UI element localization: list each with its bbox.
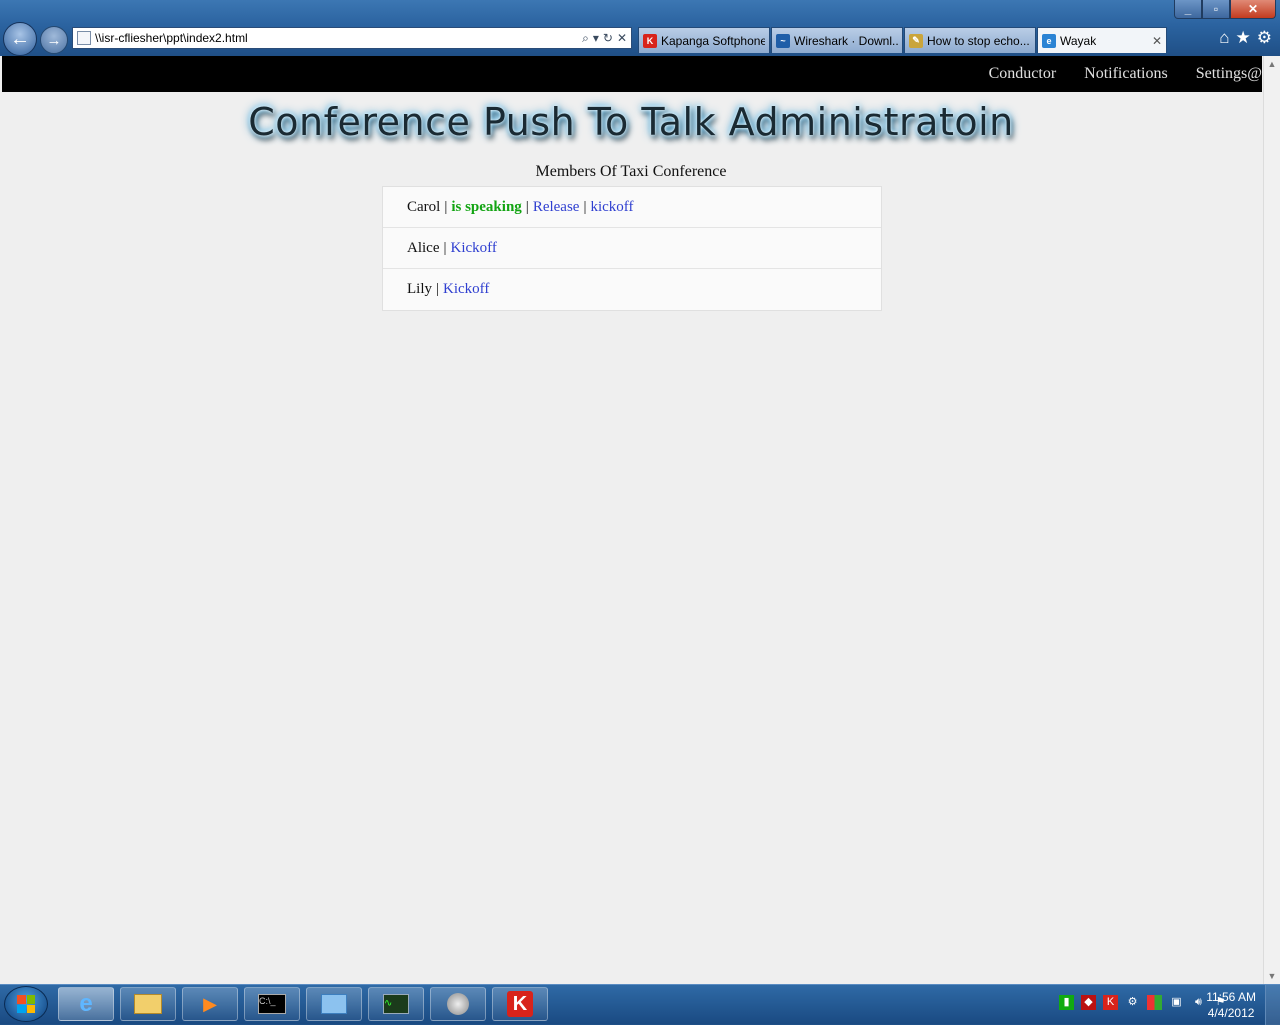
antivirus-shield-icon[interactable]: ◆ <box>1081 995 1096 1010</box>
separator: | <box>436 281 440 297</box>
member-row-lily: Lily | Kickoff <box>383 269 881 310</box>
kapanga-icon: K <box>643 33 657 48</box>
taskbar-explorer-button[interactable] <box>120 987 176 1021</box>
show-desktop-button[interactable] <box>1265 985 1280 1025</box>
close-tab-icon[interactable]: ✕ <box>1146 34 1162 48</box>
wireshark-icon: ~ <box>776 33 790 48</box>
speaking-status: is speaking <box>451 198 522 215</box>
members-heading: Members Of Taxi Conference <box>535 163 727 180</box>
ie-icon: e <box>1042 33 1056 48</box>
tab-label: Wireshark · Downl... <box>794 33 898 48</box>
gear-icon[interactable]: ⚙ <box>1257 28 1272 48</box>
tab-kapanga[interactable]: K Kapanga Softphone <box>638 27 770 53</box>
folder-icon <box>134 994 162 1014</box>
top-nav-bar: Conductor Notifications Settings@ <box>2 56 1262 92</box>
start-button[interactable] <box>4 986 48 1022</box>
nav-notifications-link[interactable]: Notifications <box>1084 65 1168 83</box>
separator: | <box>443 239 447 256</box>
member-name: Lily <box>407 281 432 297</box>
system-tray: ▮ ◆ K ⚙ ▣ 🔊︎ ⚑ <box>1059 995 1228 1010</box>
kapanga-tray-icon[interactable]: K <box>1103 995 1118 1010</box>
dropdown-icon[interactable]: ▾ <box>593 31 599 46</box>
pencil-icon: ✎ <box>909 33 923 48</box>
scroll-up-icon[interactable]: ▲ <box>1264 56 1280 72</box>
tab-label: How to stop echo... <box>927 33 1030 48</box>
page-icon <box>77 31 91 45</box>
forward-arrow-icon: → <box>46 31 62 49</box>
address-text[interactable]: \\isr-cfliesher\ppt\index2.html <box>95 31 582 45</box>
minimize-button[interactable]: _ <box>1174 0 1202 19</box>
favorites-star-icon[interactable]: ★ <box>1236 28 1251 48</box>
tab-label: Wayak <box>1060 33 1097 48</box>
separator: | <box>525 198 529 215</box>
windows-taskbar: e ▶ C:\_ ∿ K ▮ ◆ K ⚙ ▣ 🔊︎ ⚑ 11:56 AM 4/4… <box>0 984 1280 1025</box>
member-name: Alice <box>407 239 440 256</box>
refresh-icon[interactable]: ↻ <box>603 31 613 46</box>
stop-icon[interactable]: ✕ <box>617 31 627 46</box>
kapanga-icon: K <box>507 991 533 1017</box>
speaker-icon <box>447 993 469 1015</box>
chrome-toolbar: ⌂ ★ ⚙ <box>1219 28 1272 48</box>
taskbar-audio-button[interactable] <box>430 987 486 1021</box>
address-bar[interactable]: \\isr-cfliesher\ppt\index2.html ⌕ ▾ ↻ ✕ <box>72 27 632 49</box>
taskbar-kapanga-button[interactable]: K <box>492 987 548 1021</box>
network-icon[interactable]: ▣ <box>1169 995 1184 1010</box>
search-icon[interactable]: ⌕ <box>582 31 589 46</box>
system-clock[interactable]: 11:56 AM 4/4/2012 <box>1206 989 1256 1021</box>
tab-wireshark[interactable]: ~ Wireshark · Downl... <box>771 27 903 53</box>
address-tools: ⌕ ▾ ↻ ✕ <box>582 31 631 46</box>
colored-squares-icon[interactable] <box>1147 995 1162 1010</box>
nav-conductor-link[interactable]: Conductor <box>989 65 1057 83</box>
utility-tray-icon[interactable]: ⚙ <box>1125 995 1140 1010</box>
network-activity-icon[interactable]: ▮ <box>1059 995 1074 1010</box>
forward-button[interactable]: → <box>40 26 68 54</box>
taskbar-control-panel-button[interactable] <box>306 987 362 1021</box>
kickoff-link[interactable]: Kickoff <box>451 240 497 257</box>
tab-echo[interactable]: ✎ How to stop echo... <box>904 27 1036 53</box>
back-button[interactable]: ← <box>3 22 37 56</box>
nav-settings-link[interactable]: Settings@ <box>1196 65 1262 83</box>
separator: | <box>583 198 587 215</box>
page-title-banner: Conference Push To Talk Administratoin <box>248 100 1014 144</box>
tab-label: Kapanga Softphone <box>661 33 765 48</box>
windows-logo-icon <box>17 995 35 1013</box>
volume-icon[interactable]: 🔊︎ <box>1191 995 1206 1010</box>
control-panel-icon <box>321 994 347 1014</box>
tab-strip: K Kapanga Softphone ~ Wireshark · Downl.… <box>638 27 1168 53</box>
taskbar-cmd-button[interactable]: C:\_ <box>244 987 300 1021</box>
members-list: Carol | is speaking | Release | kickoff … <box>382 186 882 311</box>
back-arrow-icon: ← <box>10 27 30 50</box>
home-icon[interactable]: ⌂ <box>1219 28 1229 48</box>
command-prompt-icon: C:\_ <box>258 994 286 1014</box>
close-window-button[interactable]: ✕ <box>1230 0 1276 19</box>
maximize-button[interactable]: ▫ <box>1202 0 1230 19</box>
member-row-alice: Alice | Kickoff <box>383 228 881 269</box>
media-player-icon: ▶ <box>203 993 217 1014</box>
taskbar-task-manager-button[interactable]: ∿ <box>368 987 424 1021</box>
kickoff-link[interactable]: kickoff <box>590 199 633 216</box>
separator: | <box>444 198 448 215</box>
release-link[interactable]: Release <box>533 199 580 216</box>
window-controls: _ ▫ ✕ <box>1174 0 1276 20</box>
taskbar-media-player-button[interactable]: ▶ <box>182 987 238 1021</box>
browser-chrome: _ ▫ ✕ ← → \\isr-cfliesher\ppt\index2.htm… <box>0 0 1280 56</box>
tab-wayak[interactable]: e Wayak ✕ <box>1037 27 1167 53</box>
kickoff-link[interactable]: Kickoff <box>443 281 489 298</box>
scroll-down-icon[interactable]: ▼ <box>1264 968 1280 984</box>
page-viewport: Conductor Notifications Settings@ Confer… <box>0 56 1280 984</box>
clock-time: 11:56 AM <box>1206 990 1256 1004</box>
clock-date: 4/4/2012 <box>1207 1006 1255 1020</box>
member-row-carol: Carol | is speaking | Release | kickoff <box>383 187 881 228</box>
vertical-scrollbar[interactable]: ▲ ▼ <box>1263 56 1280 984</box>
ie-icon: e <box>79 990 93 1017</box>
task-manager-icon: ∿ <box>383 994 409 1014</box>
member-name: Carol <box>407 198 441 215</box>
taskbar-ie-button[interactable]: e <box>58 987 114 1021</box>
